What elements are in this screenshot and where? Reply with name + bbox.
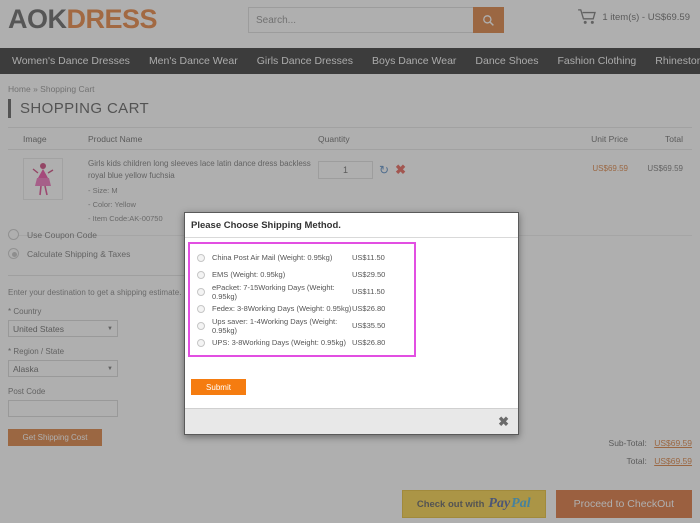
submit-button[interactable]: Submit <box>191 379 246 395</box>
shipping-option-fedex[interactable]: Fedex: 3-8Working Days (Weight: 0.95kg) … <box>190 300 414 317</box>
shipping-option-china-post[interactable]: China Post Air Mail (Weight: 0.95kg) US$… <box>190 249 414 266</box>
shipping-option-label: Ups saver: 1-4Working Days (Weight: 0.95… <box>212 316 338 335</box>
shipping-option-label: UPS: 3-8Working Days (Weight: 0.95kg) <box>212 338 346 347</box>
shipping-option-label: ePacket: 7-15Working Days (Weight: 0.95k… <box>212 282 335 301</box>
radio-icon[interactable] <box>197 304 205 313</box>
shipping-option-label: China Post Air Mail (Weight: 0.95kg) <box>212 253 333 262</box>
shipping-option-ems[interactable]: EMS (Weight: 0.95kg) US$29.50 <box>190 266 414 283</box>
shipping-option-ups-saver[interactable]: Ups saver: 1-4Working Days (Weight: 0.95… <box>190 316 414 335</box>
radio-icon[interactable] <box>197 253 205 262</box>
shipping-option-price: US$35.50 <box>352 321 386 330</box>
shipping-option-epacket[interactable]: ePacket: 7-15Working Days (Weight: 0.95k… <box>190 282 414 301</box>
shipping-method-modal: Please Choose Shipping Method. China Pos… <box>184 212 519 435</box>
shipping-option-price: US$11.50 <box>352 287 385 296</box>
modal-body: China Post Air Mail (Weight: 0.95kg) US$… <box>185 238 518 408</box>
shipping-option-ups[interactable]: UPS: 3-8Working Days (Weight: 0.95kg) US… <box>190 334 414 351</box>
shipping-option-label: EMS (Weight: 0.95kg) <box>212 270 286 279</box>
shipping-option-price: US$26.80 <box>352 338 386 347</box>
page-root: AOKDRESS 1 item(s) - US$69.59 <box>0 0 700 523</box>
modal-title: Please Choose Shipping Method. <box>185 213 518 238</box>
shipping-option-label: Fedex: 3-8Working Days (Weight: 0.95kg) <box>212 304 352 313</box>
radio-icon[interactable] <box>197 270 205 279</box>
radio-icon[interactable] <box>197 321 205 330</box>
radio-icon[interactable] <box>197 338 205 347</box>
shipping-option-price: US$11.50 <box>352 253 385 262</box>
shipping-option-price: US$29.50 <box>352 270 386 279</box>
modal-footer: ✖ <box>185 408 518 434</box>
close-icon[interactable]: ✖ <box>498 415 509 428</box>
shipping-option-price: US$26.80 <box>352 304 386 313</box>
shipping-options-group: China Post Air Mail (Weight: 0.95kg) US$… <box>188 242 416 357</box>
radio-icon[interactable] <box>197 287 205 296</box>
